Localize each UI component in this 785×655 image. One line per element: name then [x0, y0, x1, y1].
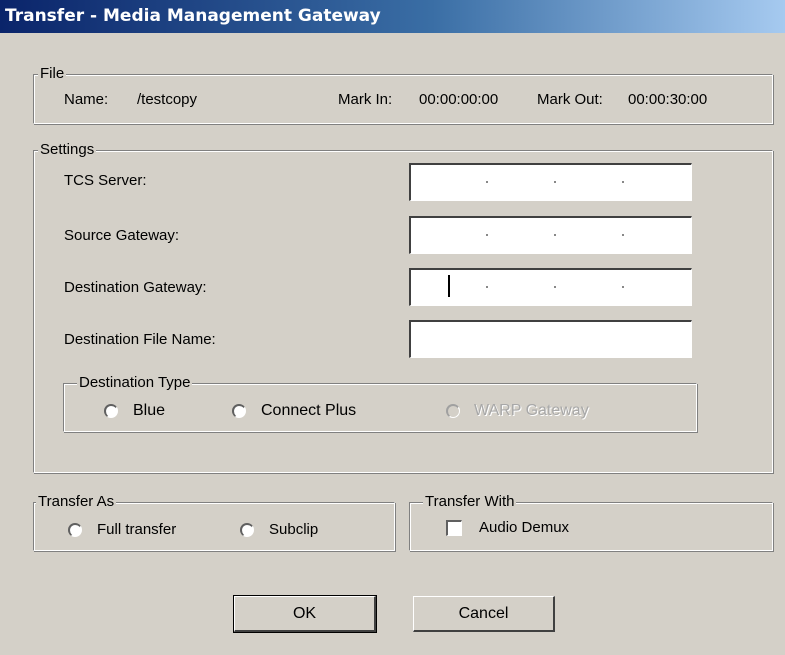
source-gateway-ip-input[interactable]	[409, 216, 692, 254]
transfer-full-label[interactable]: Full transfer	[97, 521, 176, 539]
destination-type-legend: Destination Type	[77, 374, 193, 392]
mark-in-value: 00:00:00:00	[419, 91, 499, 108]
window-title: Transfer - Media Management Gateway	[5, 6, 381, 26]
destination-gateway-ip-input[interactable]	[409, 268, 692, 306]
cancel-button[interactable]: Cancel	[413, 596, 555, 632]
destination-type-warp-gateway-label: WARP Gateway	[474, 402, 589, 419]
destination-file-name-input[interactable]	[409, 320, 692, 358]
ok-button[interactable]: OK	[233, 595, 377, 633]
destination-gateway-label: Destination Gateway:	[64, 279, 207, 296]
audio-demux-label[interactable]: Audio Demux	[479, 519, 569, 537]
text-caret	[448, 275, 450, 297]
destination-file-name-label: Destination File Name:	[64, 331, 216, 348]
transfer-full-radio[interactable]	[68, 523, 82, 537]
transfer-with-legend: Transfer With	[423, 493, 517, 511]
ip-separator	[622, 234, 624, 236]
mark-in-label: Mark In:	[338, 91, 393, 108]
ip-separator	[486, 181, 488, 183]
settings-group-legend: Settings	[38, 141, 97, 159]
destination-type-blue-label[interactable]: Blue	[133, 402, 165, 420]
file-name-label: Name:	[64, 91, 109, 108]
ip-separator	[622, 286, 624, 288]
file-name-value: /testcopy	[137, 91, 198, 108]
ip-separator	[622, 181, 624, 183]
transfer-subclip-label[interactable]: Subclip	[269, 521, 318, 539]
tcs-server-ip-input[interactable]	[409, 163, 692, 201]
mark-out-label: Mark Out:	[537, 91, 603, 108]
transfer-dialog: Transfer - Media Management Gateway File…	[0, 0, 785, 655]
file-group-legend: File	[38, 65, 67, 83]
ip-separator	[554, 181, 556, 183]
destination-type-warp-gateway-radio	[446, 404, 460, 418]
destination-type-blue-radio[interactable]	[104, 404, 118, 418]
ip-separator	[554, 286, 556, 288]
source-gateway-label: Source Gateway:	[64, 227, 180, 244]
destination-type-connect-plus-label[interactable]: Connect Plus	[261, 402, 356, 420]
tcs-server-label: TCS Server:	[64, 172, 147, 189]
ip-separator	[486, 234, 488, 236]
ip-separator	[486, 286, 488, 288]
audio-demux-checkbox[interactable]	[446, 520, 462, 536]
transfer-as-legend: Transfer As	[36, 493, 117, 511]
destination-type-connect-plus-radio[interactable]	[232, 404, 246, 418]
transfer-subclip-radio[interactable]	[240, 523, 254, 537]
title-bar[interactable]: Transfer - Media Management Gateway	[0, 0, 785, 33]
ip-separator	[554, 234, 556, 236]
mark-out-value: 00:00:30:00	[628, 91, 708, 108]
